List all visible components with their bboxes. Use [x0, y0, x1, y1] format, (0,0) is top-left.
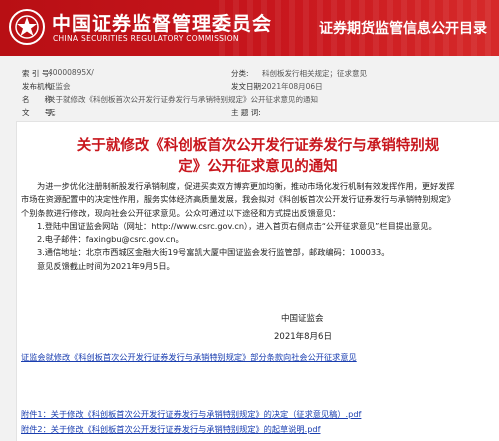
docno-value: 无 — [48, 108, 56, 117]
date-value: 2021年08月06日 — [262, 82, 323, 91]
index-value: 40000895X/ — [48, 68, 94, 77]
publisher-value: 证监会 — [48, 82, 71, 91]
meta-row-docno: 文 号: 无 主 题 词: — [0, 107, 499, 120]
org-name-en: CHINA SECURITIES REGULATORY COMMISSION — [53, 34, 239, 43]
document-title-line2: 定》公开征求意见的通知 — [178, 159, 338, 175]
keyword-label: 主 题 词: — [231, 108, 261, 117]
explanation-link[interactable]: 证监会就修改《科创板首次公开发行证券发行与承销特别规定》部分条款向社会公开征求意… — [21, 351, 357, 363]
category-label: 分类: — [231, 69, 249, 78]
site-header: 中国证券监督管理委员会 CHINA SECURITIES REGULATORY … — [0, 0, 499, 56]
meta-row-index: 索 引 号: 40000895X/ 分类: 科创板发行相关规定；征求意见 — [0, 68, 499, 81]
feedback-item-website: 1.登陆中国证监会网站（网址：http://www.csrc.gov.cn），进… — [37, 220, 437, 231]
date-label: 发文日期: — [231, 82, 264, 91]
document-metadata: 索 引 号: 40000895X/ 分类: 科创板发行相关规定；征求意见 发布机… — [0, 60, 499, 118]
meta-row-name: 名 称: 关于就修改《科创板首次公开发行证券发行与承销特别规定》公开征求意见的通… — [0, 94, 499, 107]
category-value: 科创板发行相关规定；征求意见 — [262, 69, 367, 78]
document-title-line1: 关于就修改《科创板首次公开发行证券发行与承销特别规 — [76, 138, 440, 154]
paragraph-line: 市场在资源配置中的决定性作用，服务实体经济高质量发展，我会拟对《科创板首次公开发… — [21, 194, 455, 205]
paragraph-line: 个别条款进行修改，现向社会公开征求意见。公众可通过以下途径和方式提出反馈意见： — [21, 207, 341, 218]
attachment-link-2[interactable]: 附件2：关于修改《科创板首次公开发行证券发行与承销特别规定》的起草说明.pdf — [21, 423, 320, 435]
feedback-item-email: 2.电子邮件：faxingbu@csrc.gov.cn。 — [37, 234, 184, 245]
attachment-link-1[interactable]: 附件1：关于修改《科创板首次公开发行证券发行与承销特别规定》的决定（征求意见稿）… — [21, 408, 361, 420]
site-title[interactable]: 证券期货监管信息公开目录 — [319, 18, 487, 38]
feedback-item-address: 3.通信地址：北京市西城区金融大街19号富凯大厦中国证监会发行监管部，邮政编码：… — [37, 247, 390, 258]
document-title: 关于就修改《科创板首次公开发行证券发行与承销特别规 定》公开征求意见的通知 — [17, 136, 499, 178]
signature-date: 2021年8月6日 — [274, 332, 332, 342]
csrc-emblem-icon[interactable] — [8, 8, 46, 46]
signature-org: 中国证监会 — [281, 314, 324, 324]
feedback-deadline: 意见反馈截止时间为2021年9月5日。 — [37, 260, 175, 271]
paragraph-line: 为进一步优化注册制新股发行承销制度，促进买卖双方博弈更加均衡，推动市场化发行机制… — [37, 181, 455, 191]
document-body: 为进一步优化注册制新股发行承销制度，促进买卖双方博弈更加均衡，推动市场化发行机制… — [17, 180, 499, 273]
meta-row-publisher: 发布机构: 证监会 发文日期: 2021年08月06日 — [0, 81, 499, 94]
name-value: 关于就修改《科创板首次公开发行证券发行与承销特别规定》公开征求意见的通知 — [48, 95, 318, 104]
org-name-cn[interactable]: 中国证券监督管理委员会 — [52, 9, 272, 36]
document-content: 关于就修改《科创板首次公开发行证券发行与承销特别规 定》公开征求意见的通知 为进… — [16, 121, 499, 441]
